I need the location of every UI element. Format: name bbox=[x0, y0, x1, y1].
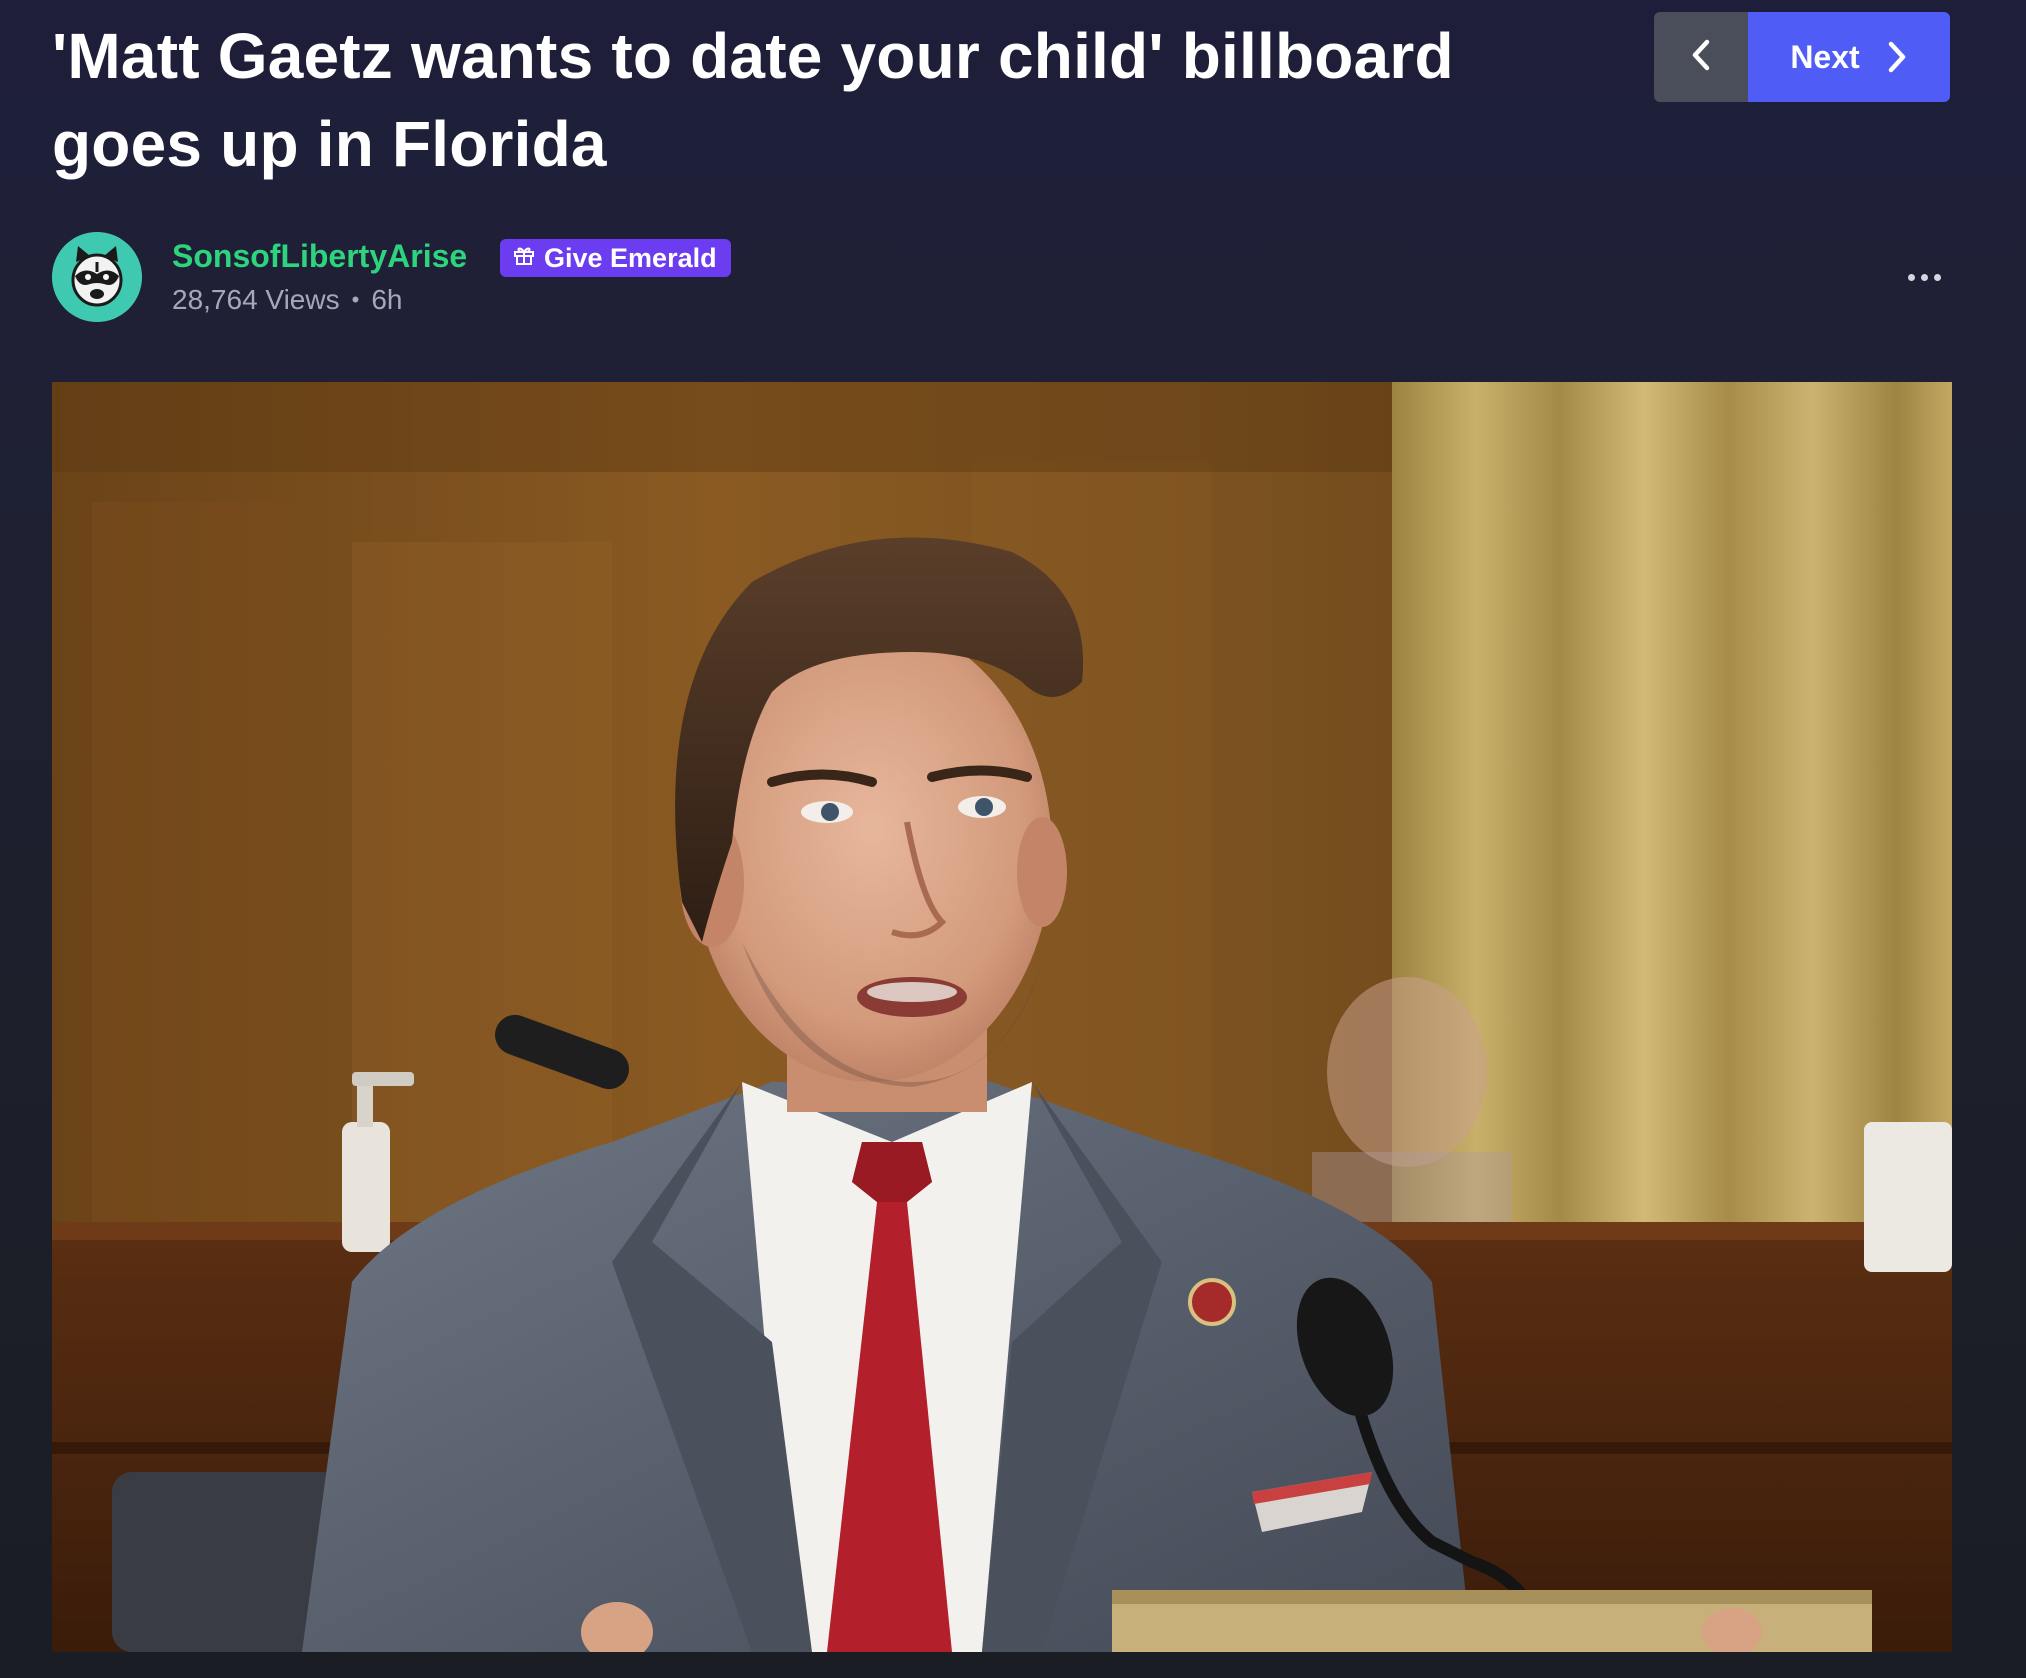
next-button-label: Next bbox=[1790, 38, 1860, 75]
give-emerald-button[interactable]: Give Emerald bbox=[500, 239, 731, 277]
post-header: 'Matt Gaetz wants to date your child' bi… bbox=[0, 0, 2026, 380]
post-age: 6h bbox=[371, 284, 403, 315]
more-dot bbox=[1933, 273, 1941, 281]
author-row: SonsofLibertyArise Give Emerald 28,764 V… bbox=[52, 232, 1952, 324]
meta-separator: • bbox=[351, 287, 360, 312]
more-options-button[interactable] bbox=[1900, 262, 1948, 292]
view-count: 28,764 Views bbox=[172, 284, 340, 315]
avatar[interactable] bbox=[52, 232, 142, 322]
author-username[interactable]: SonsofLibertyArise bbox=[172, 236, 467, 276]
raccoon-avatar-icon bbox=[52, 232, 142, 322]
give-emerald-label: Give Emerald bbox=[544, 242, 717, 273]
post-navigation: Next bbox=[1654, 12, 1950, 102]
more-horizontal-icon bbox=[1907, 273, 1915, 281]
hearing-photo bbox=[52, 382, 1952, 1652]
post-image[interactable] bbox=[52, 382, 1952, 1652]
post-meta: 28,764 Views • 6h bbox=[172, 280, 402, 320]
more-dot bbox=[1920, 273, 1928, 281]
chevron-right-icon bbox=[1886, 40, 1908, 74]
previous-button[interactable] bbox=[1654, 12, 1748, 102]
gift-icon bbox=[512, 243, 536, 274]
next-button[interactable]: Next bbox=[1748, 12, 1950, 102]
chevron-left-icon bbox=[1690, 38, 1712, 77]
post-title: 'Matt Gaetz wants to date your child' bi… bbox=[52, 20, 1454, 180]
